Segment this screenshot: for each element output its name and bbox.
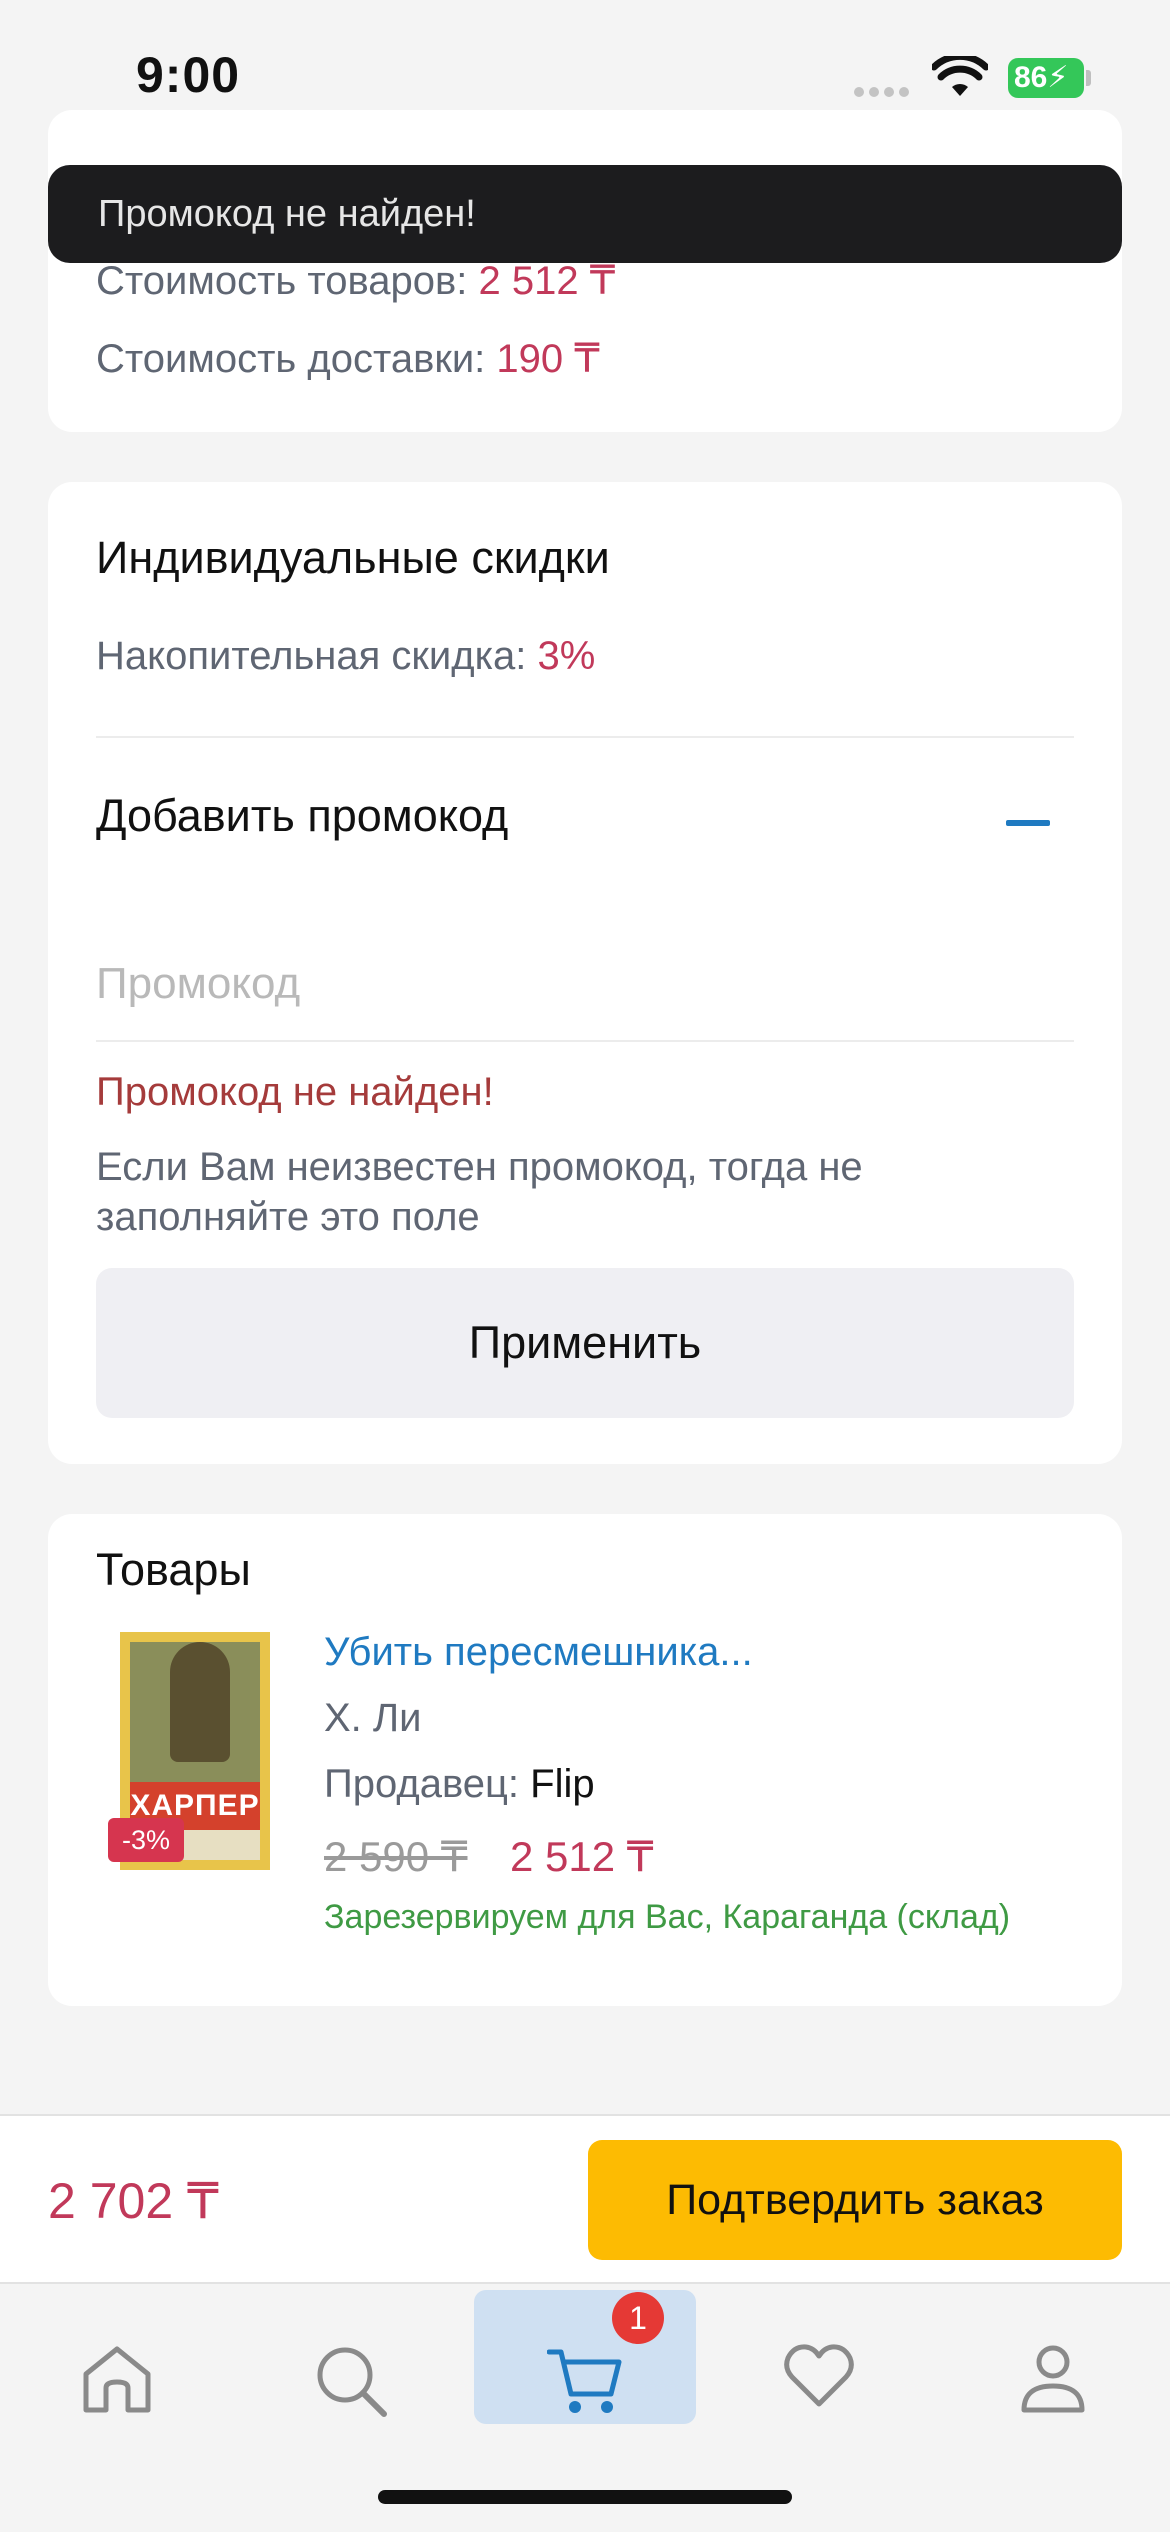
wifi-icon [932,56,988,96]
delivery-cost-row: Стоимость доставки: 190 ₸ [96,336,600,382]
goods-cost-value: 2 512 ₸ [478,259,616,303]
tab-cart[interactable] [475,2284,695,2420]
promo-code-input[interactable] [96,944,1074,1024]
goods-title: Товары [96,1544,251,1595]
stock-note: Зарезервируем для Вас, Караганда (склад) [324,1898,1011,1936]
product-author: Х. Ли [324,1696,422,1740]
seller-label: Продавец: [324,1762,520,1806]
search-icon [317,2347,387,2417]
cumulative-discount-row: Накопительная скидка: 3% [96,634,595,679]
battery-level: 86 [1014,61,1048,94]
cover-illustration [170,1642,230,1762]
profile-icon [1021,2345,1085,2413]
goods-card: Товары ХАРПЕР ЛИ -3% Убить пересмешника.… [48,1514,1122,2006]
tab-favorites[interactable] [709,2284,929,2420]
checkout-bar: 2 702 ₸ Подтвердить заказ [0,2114,1170,2282]
cumulative-discount-value: 3% [537,634,596,678]
collapse-minus-icon[interactable] [1006,820,1050,826]
battery-tip [1086,70,1091,86]
cellular-signal-icon [854,84,914,102]
new-price: 2 512 ₸ [510,1833,654,1880]
divider [96,736,1074,738]
product-title-link[interactable]: Убить пересмешника... [324,1630,753,1675]
tab-search[interactable] [241,2284,461,2420]
cart-icon [547,2349,622,2413]
cumulative-discount-label: Накопительная скидка: [96,634,527,678]
discounts-card: Индивидуальные скидки Накопительная скид… [48,482,1122,1464]
tab-profile[interactable] [943,2284,1163,2420]
product-seller: Продавец: Flip [324,1762,595,1807]
apply-button[interactable]: Применить [96,1268,1074,1418]
discounts-title: Индивидуальные скидки [96,532,610,583]
goods-cost-label: Стоимость товаров: [96,259,468,303]
old-price: 2 590 ₸ [324,1833,468,1880]
seller-name: Flip [530,1762,595,1806]
charging-icon: ⚡ [1047,61,1069,94]
confirm-order-button[interactable]: Подтвердить заказ [588,2140,1122,2260]
status-time: 9:00 [136,47,241,103]
discount-badge: -3% [108,1818,184,1862]
promo-error-text: Промокод не найден! [96,1070,494,1114]
input-underline [96,1040,1074,1042]
delivery-cost-value: 190 ₸ [496,337,600,381]
delivery-cost-label: Стоимость доставки: [96,337,486,381]
promo-hint-text: Если Вам неизвестен промокод, тогда не з… [96,1145,863,1239]
tab-home[interactable] [7,2284,227,2420]
home-indicator [378,2490,792,2504]
heart-icon [784,2344,854,2407]
error-toast[interactable]: Промокод не найден! [48,165,1122,263]
goods-cost-row: Стоимость товаров: 2 512 ₸ [96,258,615,304]
battery-icon: 86⚡ [1008,58,1084,98]
order-summary-card: Стоимость товаров: 2 512 ₸ Стоимость дос… [48,110,1122,432]
cart-count-badge: 1 [612,2292,664,2344]
home-icon [83,2346,151,2413]
total-price: 2 702 ₸ [48,2173,219,2229]
add-promo-title[interactable]: Добавить промокод [96,790,508,842]
